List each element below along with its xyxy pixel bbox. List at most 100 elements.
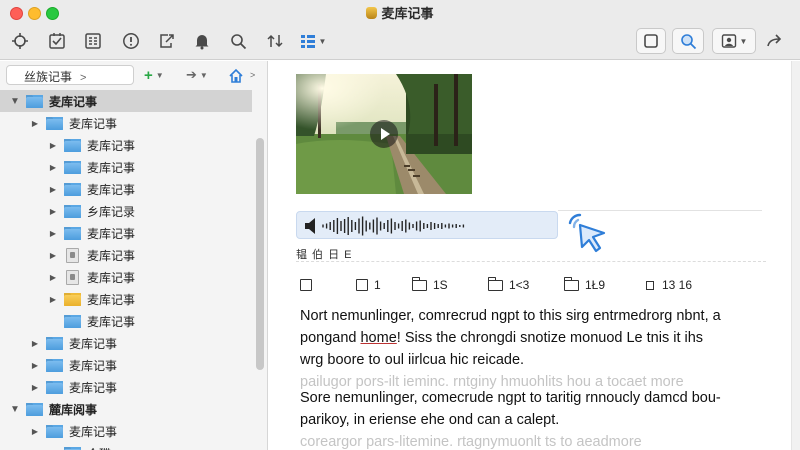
sidebar-item-label: 麦库记事 xyxy=(87,292,136,307)
sidebar-item[interactable]: ▶ 乡库记录 xyxy=(0,200,252,222)
checkbox-icon xyxy=(356,279,368,291)
window-title-text: 麦库记事 xyxy=(381,6,434,21)
breadcrumb[interactable]: 丝族记事 > xyxy=(6,65,134,85)
sidebar-item-label: 麦库记事 xyxy=(87,248,136,263)
folder-icon xyxy=(64,138,81,152)
checkmark-icon[interactable] xyxy=(44,28,70,54)
search-icon[interactable] xyxy=(226,28,250,54)
meta-text: 13 16 xyxy=(662,278,693,292)
bell-icon[interactable] xyxy=(190,28,214,54)
disclosure-collapsed-icon[interactable]: ▶ xyxy=(46,295,60,304)
dashed-divider xyxy=(296,261,766,262)
folder-icon xyxy=(64,292,81,306)
home-button[interactable]: > xyxy=(228,66,255,84)
folder-icon xyxy=(64,204,81,218)
disclosure-collapsed-icon[interactable]: ▶ xyxy=(46,273,60,282)
folder-icon xyxy=(64,182,81,196)
note-paragraph-1[interactable]: Nort nemunlinger, comrecrud ngpt to this… xyxy=(300,305,770,393)
disclosure-expanded-icon[interactable]: ▼ xyxy=(8,96,22,107)
sidebar-item[interactable]: 麦库记事 xyxy=(0,310,252,332)
meta-item[interactable]: 1Ł9 xyxy=(563,276,605,294)
sidebar-item[interactable]: ▶ 麦库记事 xyxy=(0,420,252,442)
text-span: ! Siss the chrongdi snotize monuod Le tn… xyxy=(396,330,704,346)
sidebar-item-label: 麦库记事 xyxy=(69,380,118,395)
editor-scrollbar[interactable] xyxy=(791,61,800,450)
disclosure-collapsed-icon[interactable]: ▶ xyxy=(46,185,60,194)
disclosure-collapsed-icon[interactable]: ▶ xyxy=(28,427,42,436)
disclosure-collapsed-icon[interactable]: ▶ xyxy=(28,383,42,392)
sidebar-item[interactable]: ▼ 麦库记事 xyxy=(0,90,252,112)
sidebar-item[interactable]: ▶ 麦库记事 xyxy=(0,156,252,178)
disclosure-collapsed-icon[interactable]: ▶ xyxy=(28,361,42,370)
sidebar-item[interactable]: ▶ 麦库记事 xyxy=(0,266,252,288)
folder-icon xyxy=(46,336,63,350)
breadcrumb-label: 丝族记事 xyxy=(24,70,73,84)
sidebar-item[interactable]: ▶ 麦库记事 xyxy=(0,222,252,244)
sidebar-item[interactable]: ▶ 麦库记事 xyxy=(0,112,252,134)
play-icon[interactable] xyxy=(370,120,398,148)
disclosure-collapsed-icon[interactable]: ▶ xyxy=(46,207,60,216)
disclosure-expanded-icon[interactable]: ▼ xyxy=(8,404,22,415)
view-caret-icon: ▼ xyxy=(318,36,327,46)
meta-item[interactable]: 13 16 xyxy=(646,276,692,294)
sidebar-item[interactable]: ▶ 麦库记事 xyxy=(0,376,252,398)
sidebar-item[interactable]: ▶ 麦库记事 xyxy=(0,332,252,354)
target-icon[interactable] xyxy=(6,28,34,54)
title-bar: 麦库记事 xyxy=(0,0,800,24)
disclosure-collapsed-icon[interactable]: ▶ xyxy=(46,163,60,172)
sidebar-item[interactable]: ▶ 麦库记事 xyxy=(0,288,252,310)
disclosure-collapsed-icon[interactable]: ▶ xyxy=(46,229,60,238)
paragraph-line: Sore nemunlinger, comecrude ngpt to tari… xyxy=(300,390,721,406)
meta-text: 1<3 xyxy=(509,278,530,292)
meta-item[interactable]: 1<3 xyxy=(487,276,530,294)
add-note-button[interactable]: + ▼ xyxy=(144,66,164,84)
sidebar-item[interactable]: ▶ 麦库记事 xyxy=(0,244,252,266)
meta-item[interactable] xyxy=(300,276,318,294)
move-button[interactable]: ➔ ▼ xyxy=(186,66,208,84)
note-icon xyxy=(66,269,79,285)
note-paragraph-2[interactable]: Sore nemunlinger, comecrude ngpt to tari… xyxy=(300,387,770,450)
square-icon[interactable] xyxy=(636,28,666,54)
contact-icon[interactable]: ▼ xyxy=(712,28,756,54)
disclosure-collapsed-icon[interactable]: ▶ xyxy=(46,141,60,150)
folder-icon xyxy=(46,380,63,394)
window-title: 麦库记事 xyxy=(0,3,800,22)
folder-icon xyxy=(46,116,63,130)
sidebar-item[interactable]: ▼ 麓库阅事 xyxy=(0,398,252,420)
move-caret-icon: ▼ xyxy=(199,70,208,80)
forward-icon[interactable] xyxy=(762,28,788,54)
sidebar-item-label: 众碟 xyxy=(87,445,111,450)
sidebar-item-label: 麦库记事 xyxy=(87,138,136,153)
checkbox-icon xyxy=(300,279,312,291)
sidebar-item[interactable]: ▶ 麦库记事 xyxy=(0,134,252,156)
audio-player[interactable] xyxy=(296,211,558,239)
list-icon[interactable] xyxy=(80,28,106,54)
info-icon[interactable] xyxy=(118,28,144,54)
video-thumbnail[interactable] xyxy=(296,74,472,194)
sync-icon[interactable] xyxy=(262,28,288,54)
sidebar-item-label: 麦库记事 xyxy=(87,160,136,175)
note-icon xyxy=(66,247,79,263)
view-icon[interactable]: ▼ xyxy=(296,28,330,54)
sidebar-item-label: 麦库记事 xyxy=(69,424,118,439)
toolbar: ▼ ▼ xyxy=(0,24,800,60)
plus-icon: + xyxy=(144,66,153,84)
meta-item[interactable]: 1S xyxy=(411,276,448,294)
sidebar-item-label: 乡库记录 xyxy=(87,204,136,219)
note-editor: 韫 伯 日 E 1 1S 1<3 1Ł9 13 16 Nort nemunlin… xyxy=(270,61,800,450)
sidebar-scrollbar[interactable] xyxy=(256,138,264,370)
magnifier-icon[interactable] xyxy=(672,28,704,54)
disclosure-collapsed-icon[interactable]: ▶ xyxy=(46,251,60,260)
share-icon[interactable] xyxy=(154,28,180,54)
sidebar-item[interactable]: ▶ 麦库记事 xyxy=(0,178,252,200)
sidebar-item-label: 麦库记事 xyxy=(87,314,136,329)
text-span: pongand xyxy=(300,330,361,346)
disclosure-collapsed-icon[interactable]: ▶ xyxy=(28,119,42,128)
paragraph-line: parikoy, in eriense ehe ond can a calept… xyxy=(300,412,560,428)
sidebar-item[interactable]: 众碟 xyxy=(0,442,252,450)
meta-item[interactable]: 1 xyxy=(356,276,381,294)
sidebar-item[interactable]: ▶ 麦库记事 xyxy=(0,354,252,376)
sidebar-item-label: 麦库记事 xyxy=(49,94,98,109)
disclosure-collapsed-icon[interactable]: ▶ xyxy=(28,339,42,348)
sidebar-item-label: 麦库记事 xyxy=(87,226,136,241)
